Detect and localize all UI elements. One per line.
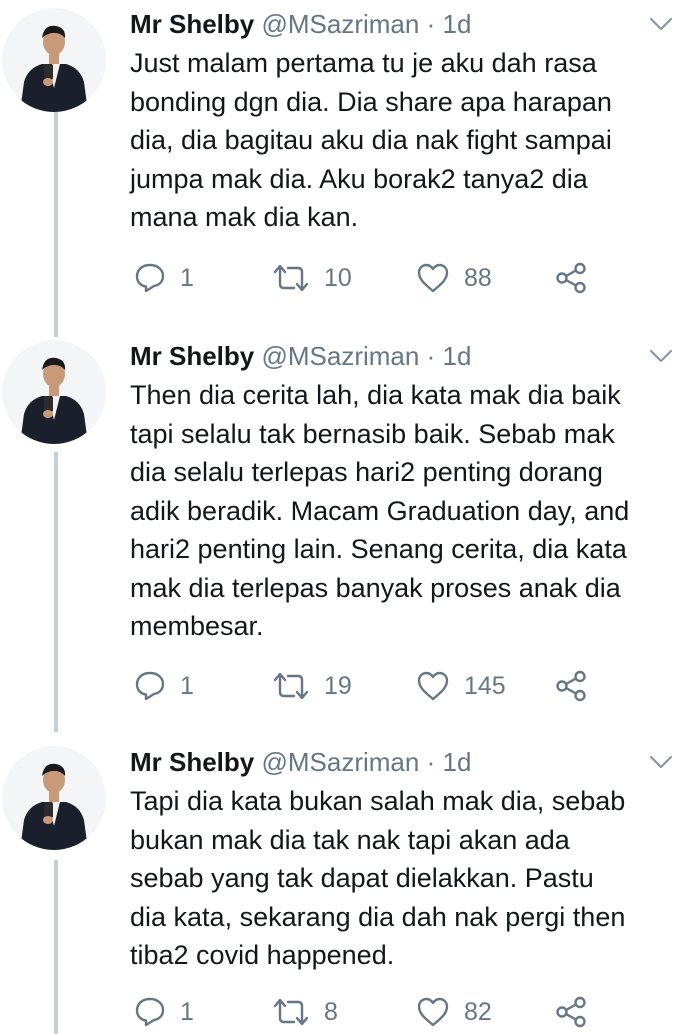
retweet-icon — [273, 672, 309, 700]
reply-icon — [135, 997, 165, 1027]
tweet-header: Mr Shelby @MSazriman · 1d — [130, 742, 471, 782]
like-icon — [417, 671, 449, 701]
tweet-header: Mr Shelby @MSazriman · 1d — [130, 4, 471, 44]
tweet[interactable]: Mr Shelby @MSazriman · 1d Just malam per… — [0, 4, 697, 324]
like-button[interactable]: 88 — [416, 258, 492, 298]
tweet-text: Then dia cerita lah, dia kata mak dia ba… — [130, 380, 630, 641]
timestamp[interactable]: 1d — [443, 9, 472, 39]
chevron-down-icon — [649, 17, 673, 31]
tweet-header: Mr Shelby @MSazriman · 1d — [130, 336, 471, 376]
tweet-text: Just malam pertama tu je aku dah rasa bo… — [130, 48, 612, 232]
retweet-count: 10 — [324, 264, 352, 292]
more-options-button[interactable] — [648, 346, 674, 366]
separator-dot: · — [426, 747, 436, 777]
reply-button[interactable]: 1 — [134, 258, 194, 298]
like-button[interactable]: 145 — [416, 666, 506, 706]
user-handle[interactable]: @MSazriman — [261, 747, 419, 777]
user-handle[interactable]: @MSazriman — [261, 9, 419, 39]
chevron-down-icon — [649, 755, 673, 769]
reply-button[interactable]: 1 — [134, 666, 194, 706]
reply-count: 1 — [180, 998, 194, 1026]
display-name[interactable]: Mr Shelby — [130, 341, 254, 371]
retweet-count: 8 — [324, 998, 338, 1026]
share-icon — [556, 670, 586, 702]
share-icon — [556, 996, 586, 1028]
tweet[interactable]: Mr Shelby @MSazriman · 1d Then dia cerit… — [0, 336, 697, 720]
like-count: 145 — [464, 672, 506, 700]
share-button[interactable] — [554, 666, 588, 706]
separator-dot: · — [426, 341, 436, 371]
user-handle[interactable]: @MSazriman — [261, 341, 419, 371]
tweet[interactable]: Mr Shelby @MSazriman · 1d Tapi dia kata … — [0, 742, 697, 1034]
like-icon — [417, 997, 449, 1027]
retweet-button[interactable]: 10 — [272, 258, 352, 298]
retweet-button[interactable]: 8 — [272, 992, 338, 1032]
avatar[interactable] — [2, 340, 106, 444]
more-options-button[interactable] — [648, 14, 674, 34]
share-button[interactable] — [554, 258, 588, 298]
avatar[interactable] — [2, 8, 106, 112]
tweet-text: Tapi dia kata bukan salah mak dia, sebab… — [130, 786, 626, 970]
timestamp[interactable]: 1d — [443, 747, 472, 777]
more-options-button[interactable] — [648, 752, 674, 772]
display-name[interactable]: Mr Shelby — [130, 747, 254, 777]
like-count: 82 — [464, 998, 492, 1026]
timestamp[interactable]: 1d — [443, 341, 472, 371]
reply-count: 1 — [180, 264, 194, 292]
avatar[interactable] — [2, 746, 106, 850]
like-icon — [417, 263, 449, 293]
reply-count: 1 — [180, 672, 194, 700]
reply-icon — [135, 263, 165, 293]
share-icon — [556, 262, 586, 294]
retweet-button[interactable]: 19 — [272, 666, 352, 706]
reply-icon — [135, 671, 165, 701]
reply-button[interactable]: 1 — [134, 992, 194, 1032]
chevron-down-icon — [649, 349, 673, 363]
retweet-icon — [273, 264, 309, 292]
display-name[interactable]: Mr Shelby — [130, 9, 254, 39]
retweet-icon — [273, 998, 309, 1026]
share-button[interactable] — [554, 992, 588, 1032]
separator-dot: · — [426, 9, 436, 39]
retweet-count: 19 — [324, 672, 352, 700]
like-count: 88 — [464, 264, 492, 292]
like-button[interactable]: 82 — [416, 992, 492, 1032]
